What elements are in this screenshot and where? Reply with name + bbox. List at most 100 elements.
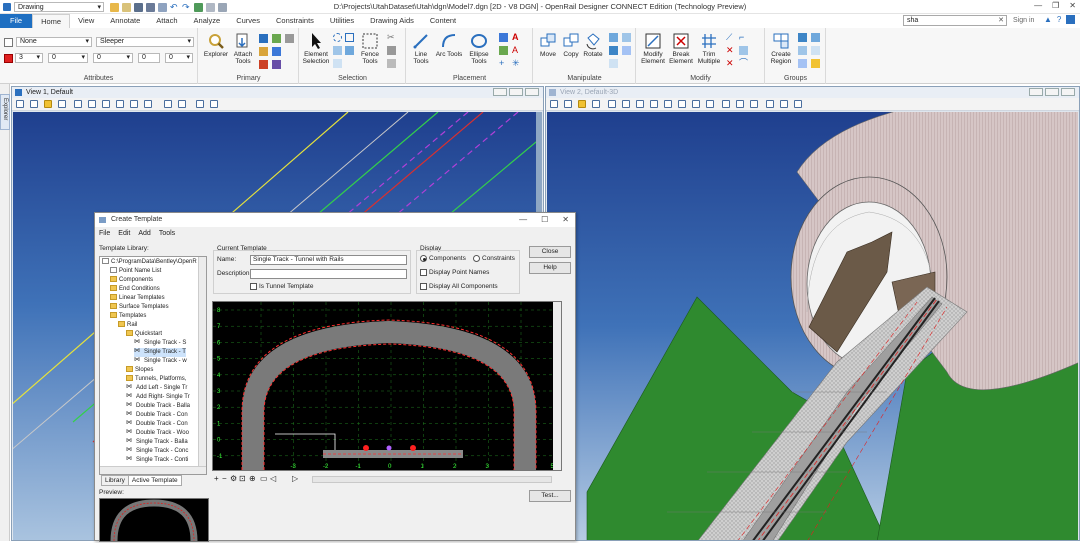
copy-button[interactable]: Copy (560, 32, 582, 58)
tree-item[interactable]: ⋈ Single Track - S (134, 339, 186, 348)
lock-icon[interactable] (798, 46, 807, 55)
tree-horizontal-scrollbar[interactable] (100, 466, 206, 474)
pan-icon[interactable]: ⊕ (249, 474, 256, 483)
display-all-components-checkbox[interactable]: Display All Components (420, 283, 498, 291)
view-2-next-icon[interactable] (750, 100, 758, 108)
view-2-clip-icon[interactable] (766, 100, 774, 108)
tab-file[interactable]: File (0, 14, 33, 28)
template-view-horizontal-scrollbar[interactable] (312, 476, 552, 483)
tree-item[interactable]: Templates (110, 312, 146, 321)
level-combo[interactable]: None ▾ (16, 37, 92, 47)
view-2-attributes-icon[interactable] (550, 100, 558, 108)
tab-content[interactable]: Content (422, 14, 464, 28)
scale-icon[interactable] (609, 33, 618, 42)
restore-icon[interactable]: ❐ (1052, 1, 1059, 10)
insert-vertex-icon[interactable] (739, 46, 748, 55)
menu-tools[interactable]: Tools (159, 230, 175, 237)
view-2-zoom-out-icon[interactable] (636, 100, 644, 108)
display-style-icon[interactable] (30, 100, 38, 108)
explorer-button[interactable]: Explorer (202, 32, 230, 58)
window-area-icon[interactable] (116, 100, 124, 108)
menu-file[interactable]: File (99, 230, 110, 237)
pan-view-icon[interactable] (144, 100, 152, 108)
line-style-combo[interactable]: 0 ▾ (48, 53, 88, 63)
constraints-radio-dot[interactable] (473, 255, 480, 262)
template-library-tree[interactable]: ⋈ Single Track - Conti ⋈ Single Track - Con… (99, 256, 207, 475)
tree-item[interactable]: Rail (118, 321, 137, 330)
view-1-close-icon[interactable] (525, 88, 539, 96)
sign-in-link[interactable]: Sign in (1013, 15, 1034, 26)
select-circle-icon[interactable] (333, 33, 342, 42)
tree-item[interactable]: Surface Templates (110, 303, 169, 312)
chamfer-icon[interactable]: ⌒ (739, 59, 748, 68)
view-window-icon[interactable]: ▭ (260, 474, 268, 483)
unlock-icon[interactable] (811, 46, 820, 55)
tab-drawing-aids[interactable]: Drawing Aids (362, 14, 422, 28)
place-text-icon[interactable]: A (512, 33, 521, 42)
tree-item[interactable]: ⋈ Single Track - Conti (126, 456, 188, 465)
is-tunnel-box[interactable] (250, 283, 257, 290)
dialog-maximize-icon[interactable]: ☐ (541, 215, 548, 224)
description-field[interactable] (250, 269, 407, 279)
tree-item[interactable]: Point Name List (110, 267, 161, 276)
properties-icon[interactable] (272, 47, 281, 56)
update-view-icon[interactable] (74, 100, 82, 108)
tree-item[interactable]: ⋈ Double Track - Con (126, 411, 188, 420)
tree-item[interactable]: Components (110, 276, 153, 285)
arc-tools-button[interactable]: Arc Tools (435, 32, 463, 58)
group-icon[interactable] (798, 33, 807, 42)
tab-curves[interactable]: Curves (228, 14, 268, 28)
view-2-previous-icon[interactable] (736, 100, 744, 108)
zoom-in-icon[interactable] (88, 100, 96, 108)
view-2-zoom-in-icon[interactable] (622, 100, 630, 108)
display-point-names-box[interactable] (420, 269, 427, 276)
break-element-button[interactable]: Break Element (667, 32, 695, 65)
close-icon[interactable]: ✕ (1069, 1, 1076, 10)
view-2-canvas[interactable] (547, 112, 1078, 540)
tree-item[interactable]: ⋈ Single Track - Balla (126, 438, 188, 447)
array-icon[interactable] (609, 46, 618, 55)
tab-active-template[interactable]: Active Template (127, 475, 182, 486)
undo-template-icon[interactable]: ◁ (270, 474, 276, 483)
place-cell-icon[interactable]: ✳ (512, 59, 521, 68)
ellipse-tools-button[interactable]: Ellipse Tools (464, 32, 494, 65)
tab-home[interactable]: Home (32, 14, 71, 28)
fit-view-icon[interactable] (130, 100, 138, 108)
models-icon[interactable] (259, 34, 268, 43)
next-view-icon[interactable] (178, 100, 186, 108)
tree-item[interactable]: End Conditions (110, 285, 160, 294)
fly-icon[interactable] (706, 100, 714, 108)
components-radio[interactable]: Components (420, 255, 466, 263)
lighting-icon[interactable] (44, 100, 52, 108)
tab-analyze[interactable]: Analyze (186, 14, 229, 28)
tree-item[interactable]: Slopes (126, 366, 153, 375)
camera-icon[interactable] (722, 100, 730, 108)
tree-vertical-scrollbar[interactable] (198, 257, 206, 474)
bentley-icon[interactable] (1066, 15, 1076, 24)
display-styles-icon[interactable] (259, 60, 268, 69)
tree-item[interactable]: Quickstart (126, 330, 162, 339)
fence-tools-button[interactable]: Fence Tools (356, 32, 384, 65)
references-icon[interactable] (285, 34, 294, 43)
view-2-rotation-icon[interactable] (592, 100, 600, 108)
stretch-icon[interactable] (609, 59, 618, 68)
help-button[interactable]: Help (529, 262, 571, 274)
help-icon[interactable]: ? (1057, 15, 1061, 24)
alert-icon[interactable]: ▲ (1044, 15, 1052, 24)
dynamic-settings-icon[interactable]: ⚙ (230, 474, 237, 483)
view-2-minimize-icon[interactable] (1029, 88, 1043, 96)
place-note-icon[interactable]: A (512, 46, 521, 55)
dialog-minimize-icon[interactable]: — (519, 215, 527, 224)
place-shape-icon[interactable] (499, 33, 508, 42)
element-selection-button[interactable]: Element Selection (300, 32, 332, 65)
view-2-display-style-icon[interactable] (564, 100, 572, 108)
line-weight-combo[interactable]: 0 ▾ (93, 53, 133, 63)
view-2-clip-mask-icon[interactable] (780, 100, 788, 108)
template-name-field[interactable]: Single Track - Tunnel with Rails (250, 255, 407, 265)
tree-item[interactable]: ⋈ Double Track - Con (126, 420, 188, 429)
tab-attach[interactable]: Attach (148, 14, 185, 28)
delete-part-icon[interactable]: ✕ (726, 46, 735, 55)
trim-icon[interactable]: ✕ (726, 59, 735, 68)
tree-item[interactable]: C:\ProgramData\Bentley\OpenR (102, 258, 197, 267)
clear-search-icon[interactable]: ✕ (998, 16, 1004, 25)
